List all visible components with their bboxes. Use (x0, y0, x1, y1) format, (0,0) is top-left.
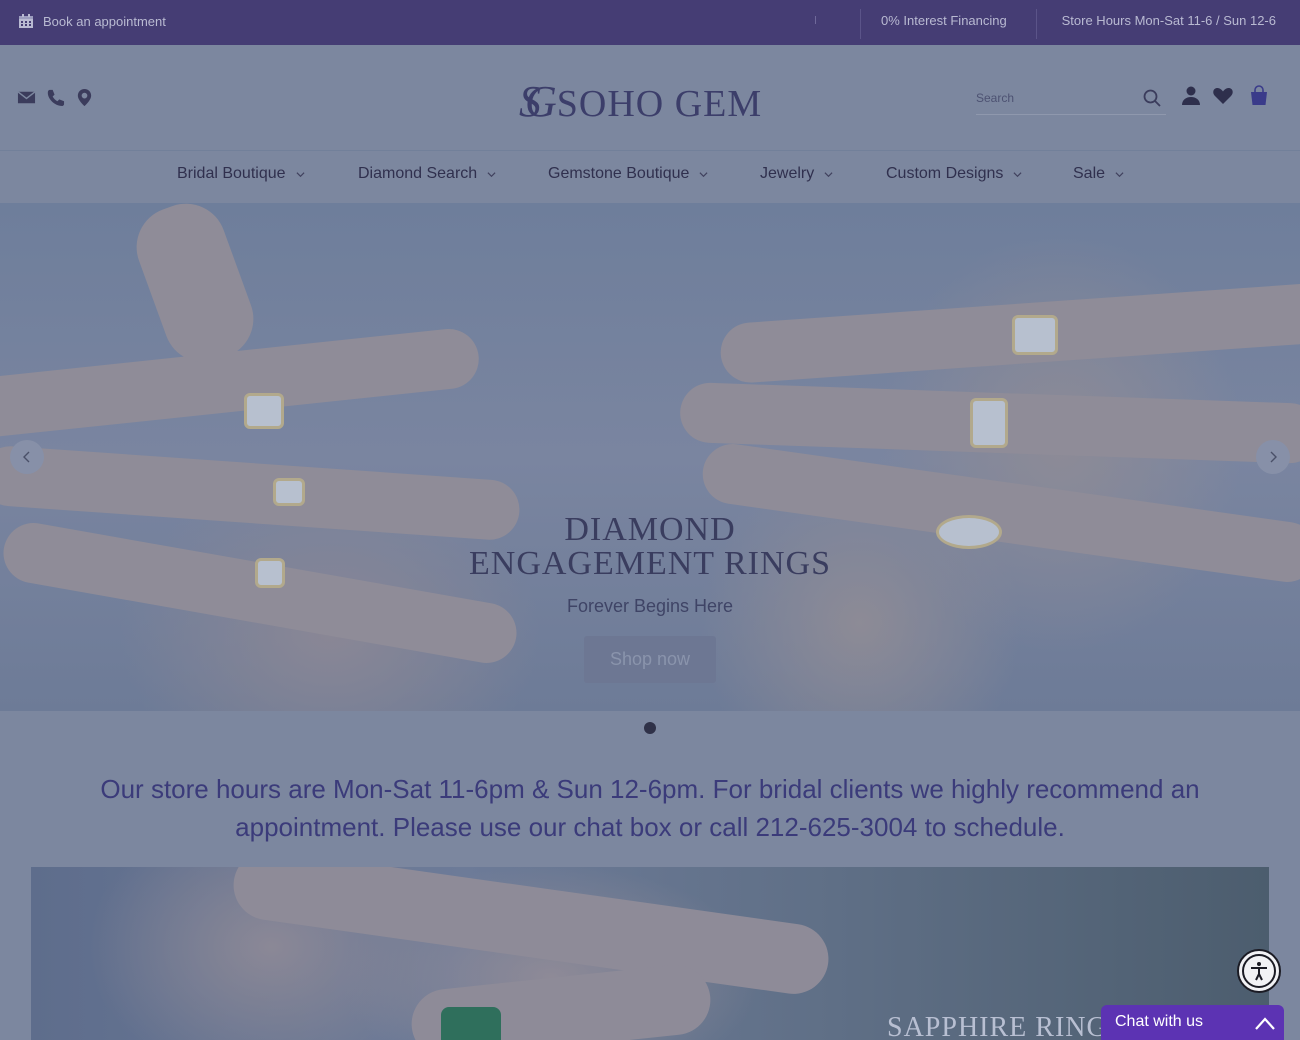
search-input[interactable] (976, 87, 1136, 109)
accessibility-button[interactable] (1237, 949, 1281, 993)
financing-link[interactable]: 0% Interest Financing (881, 13, 1007, 28)
nav-item-label: Gemstone Boutique (548, 165, 690, 182)
search-icon[interactable] (1142, 88, 1162, 108)
store-hours-notice: Our store hours are Mon-Sat 11-6pm & Sun… (100, 774, 1200, 842)
nav-item-jewelry[interactable]: Jewelry (760, 165, 833, 183)
hero-subtitle: Forever Begins Here (566, 596, 734, 616)
nav-item-label: Diamond Search (358, 165, 478, 182)
nav-item-label: Jewelry (760, 165, 815, 182)
chat-with-us-button[interactable]: Chat with us (1101, 1005, 1284, 1040)
nav-item-sale[interactable]: Sale (1073, 165, 1124, 183)
wishlist-heart-icon[interactable] (1212, 85, 1234, 107)
nav-item-label: Sale (1073, 165, 1106, 182)
chevron-down-icon (1013, 171, 1022, 177)
nav-item-gemstone-boutique[interactable]: Gemstone Boutique (548, 165, 708, 183)
carousel-prev-button[interactable] (10, 440, 44, 474)
chevron-left-icon (23, 451, 30, 463)
contact-icons (17, 88, 94, 107)
accessibility-icon (1251, 962, 1267, 981)
chevron-down-icon (487, 171, 496, 177)
site-header: SG SOHO GEM (0, 45, 1300, 151)
carousel-next-button[interactable] (1256, 440, 1290, 474)
promo-title: SAPPHIRE RINGS (887, 1012, 1125, 1040)
email-icon[interactable] (17, 88, 36, 107)
carousel-dot-active[interactable] (644, 722, 656, 734)
divider (1036, 9, 1037, 39)
divider (860, 9, 861, 39)
hero-title-line2: ENGAGEMENT RINGS (469, 545, 831, 582)
chat-label: Chat with us (1115, 1013, 1204, 1030)
chevron-down-icon (824, 171, 833, 177)
location-pin-icon[interactable] (75, 88, 94, 107)
phone-icon[interactable] (46, 88, 65, 107)
book-appointment-link[interactable]: Book an appointment (18, 13, 166, 29)
chevron-up-icon (1255, 1017, 1275, 1030)
nav-item-custom-designs[interactable]: Custom Designs (886, 165, 1022, 183)
hero-caption: DIAMOND ENGAGEMENT RINGS Forever Begins … (0, 513, 1300, 683)
search-box (976, 87, 1166, 115)
calendar-icon (19, 14, 33, 28)
chevron-down-icon (699, 171, 708, 177)
nav-item-label: Custom Designs (886, 165, 1004, 182)
store-hours-text: Store Hours Mon-Sat 11-6 / Sun 12-6 (1061, 13, 1276, 28)
shop-now-button[interactable]: Shop now (584, 636, 716, 683)
account-icon[interactable] (1180, 85, 1202, 107)
logo-mark: SG (519, 77, 557, 126)
nav-item-label: Bridal Boutique (177, 165, 286, 182)
chevron-right-icon (1270, 451, 1277, 463)
chevron-down-icon (296, 171, 305, 177)
soho-gem-logo[interactable]: SG SOHO GEM (519, 76, 762, 127)
book-appointment-label: Book an appointment (43, 13, 166, 29)
account-icons (1180, 85, 1270, 107)
main-navigation: Bridal Boutique Diamond Search Gemstone … (0, 151, 1300, 203)
sapphire-rings-banner[interactable]: SAPPHIRE RINGS (31, 867, 1269, 1040)
divider (815, 16, 816, 24)
nav-item-diamond-search[interactable]: Diamond Search (358, 165, 496, 183)
logo-name: SOHO GEM (556, 83, 763, 125)
chevron-down-icon (1115, 171, 1124, 177)
nav-item-bridal-boutique[interactable]: Bridal Boutique (177, 165, 305, 183)
shopping-bag-icon[interactable] (1248, 85, 1270, 107)
top-announcement-bar: Book an appointment 0% Interest Financin… (0, 0, 1300, 45)
hero-banner: DIAMOND ENGAGEMENT RINGS Forever Begins … (0, 203, 1300, 711)
hero-title-line1: DIAMOND (564, 511, 736, 548)
